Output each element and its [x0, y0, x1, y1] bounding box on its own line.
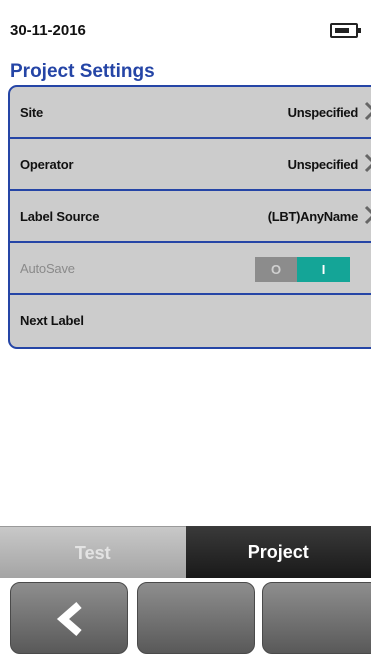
- chevron-right-icon: [364, 153, 371, 173]
- settings-panel: Site Unspecified Operator Unspecified La…: [8, 85, 371, 349]
- operator-label: Operator: [20, 157, 74, 172]
- back-button[interactable]: [10, 582, 128, 654]
- toggle-on-segment: I: [297, 257, 350, 282]
- softkey-2-button[interactable]: [137, 582, 255, 654]
- battery-icon: [330, 23, 361, 38]
- softkey-bar: [0, 578, 371, 658]
- softkey-3-button[interactable]: [262, 582, 371, 654]
- next-label-row[interactable]: Next Label: [10, 295, 371, 347]
- chevron-left-icon: [56, 601, 82, 637]
- toggle-off-segment: O: [255, 257, 297, 282]
- status-bar: 30-11-2016: [0, 0, 371, 56]
- tab-project[interactable]: Project: [185, 526, 371, 578]
- autosave-row: AutoSave O I: [10, 243, 371, 295]
- autosave-label: AutoSave: [20, 261, 75, 276]
- site-row[interactable]: Site Unspecified: [10, 87, 371, 139]
- operator-row[interactable]: Operator Unspecified: [10, 139, 371, 191]
- chevron-right-icon: [364, 101, 371, 121]
- chevron-right-icon: [364, 205, 371, 225]
- autosave-toggle[interactable]: O I: [255, 257, 350, 282]
- label-source-row[interactable]: Label Source (LBT)AnyName: [10, 191, 371, 243]
- site-label: Site: [20, 105, 44, 120]
- site-value: Unspecified: [287, 105, 359, 120]
- tab-bar: Test Project: [0, 526, 371, 578]
- operator-value: Unspecified: [287, 157, 359, 172]
- label-source-value: (LBT)AnyName: [267, 209, 359, 224]
- next-label-label: Next Label: [20, 313, 84, 328]
- tab-test[interactable]: Test: [0, 526, 186, 578]
- page-title: Project Settings: [10, 61, 155, 82]
- date-text: 30-11-2016: [10, 22, 86, 39]
- label-source-label: Label Source: [20, 209, 100, 224]
